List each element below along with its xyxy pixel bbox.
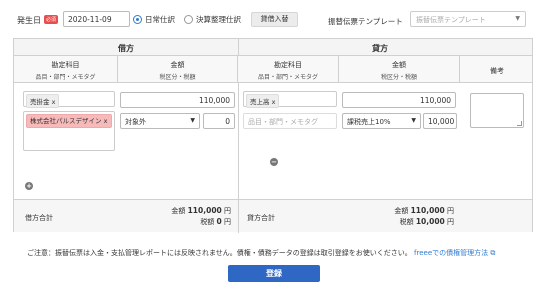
col-title: 金額 bbox=[170, 61, 185, 69]
debit-tax-select[interactable]: 対象外 ▼ bbox=[120, 113, 200, 129]
memo-textarea[interactable] bbox=[470, 93, 524, 128]
yen-unit: 円 bbox=[224, 218, 231, 226]
debit-amount-col: 金額 税区分・税額 bbox=[118, 56, 238, 83]
journal-table: 借方 貸方 勘定科目 品目・部門・メモタグ 金額 税区分・税額 勘定科目 品目・… bbox=[13, 38, 533, 233]
col-sub: 税区分・税額 bbox=[159, 74, 196, 81]
chevron-down-icon: ▼ bbox=[515, 15, 520, 22]
credit-tax-value: 10,000 bbox=[415, 217, 445, 226]
radio-unselected-icon bbox=[184, 15, 193, 24]
debit-tax-value: 0 bbox=[216, 217, 222, 226]
amount-label: 金額 bbox=[394, 207, 409, 215]
debit-amount-input[interactable]: 110,000 bbox=[120, 92, 235, 108]
required-badge: 必須 bbox=[44, 15, 59, 24]
template-placeholder: 振替伝票テンプレート bbox=[416, 16, 486, 24]
yen-unit: 円 bbox=[447, 218, 454, 226]
submit-button[interactable]: 登録 bbox=[228, 265, 320, 282]
add-row-icon[interactable]: + bbox=[25, 182, 33, 190]
tax-label: 税額 bbox=[399, 218, 414, 226]
totals-footer: 借方合計 貸方合計 金額 110,000 円 税額 0 円 金額 110,000… bbox=[14, 199, 532, 233]
debit-account-col: 勘定科目 品目・部門・メモタグ bbox=[14, 56, 118, 83]
col-title: 備考 bbox=[490, 67, 504, 75]
credit-amount-value: 110,000 bbox=[410, 206, 445, 215]
debit-total-label: 借方合計 bbox=[25, 214, 53, 222]
date-input[interactable]: 2020-11-09 bbox=[63, 11, 130, 27]
col-sub: 品目・部門・メモタグ bbox=[257, 74, 318, 81]
table-header-sides: 借方 貸方 bbox=[14, 39, 532, 56]
credit-account-tag[interactable]: 売上高 x bbox=[246, 94, 280, 108]
tax-label: 税額 bbox=[200, 218, 215, 226]
credit-header: 貸方 bbox=[372, 44, 388, 53]
external-link-icon[interactable]: ⧉ bbox=[490, 249, 495, 257]
memo-col: 備考 bbox=[460, 56, 534, 83]
credit-total-amount: 金額 110,000 円 bbox=[374, 206, 454, 216]
credit-tax-amount-input[interactable]: 10,000 bbox=[423, 113, 457, 129]
radio-selected-icon bbox=[133, 15, 142, 24]
credit-account-col: 勘定科目 品目・部門・メモタグ bbox=[238, 56, 339, 83]
template-label: 振替伝票テンプレート bbox=[328, 17, 403, 26]
debit-amount-value: 110,000 bbox=[187, 206, 222, 215]
resize-handle-icon[interactable] bbox=[517, 121, 522, 126]
chevron-down-icon: ▼ bbox=[411, 117, 416, 124]
credit-total-label: 貸方合計 bbox=[247, 214, 275, 222]
notice-text: ご注意：振替伝票は入金・支払管理レポートには反映されません。債権・債務データの登… bbox=[27, 248, 495, 258]
yen-unit: 円 bbox=[447, 207, 454, 215]
yen-unit: 円 bbox=[224, 207, 231, 215]
debit-partner-tag[interactable]: 株式会社パルスデザイン x bbox=[26, 114, 112, 128]
credit-tags-input[interactable]: 品目・部門・メモタグ bbox=[243, 113, 337, 129]
col-sub: 品目・部門・メモタグ bbox=[35, 74, 96, 81]
col-title: 勘定科目 bbox=[274, 61, 302, 69]
table-header-columns: 勘定科目 品目・部門・メモタグ 金額 税区分・税額 勘定科目 品目・部門・メモタ… bbox=[14, 56, 532, 83]
notice-body: ご注意：振替伝票は入金・支払管理レポートには反映されません。債権・債務データの登… bbox=[27, 249, 412, 257]
credit-account-field[interactable]: 売上高 x bbox=[243, 91, 337, 108]
credit-tax-select[interactable]: 課税売上10% ▼ bbox=[342, 113, 421, 129]
radio-closing-entry[interactable]: 決算整理仕訳 bbox=[184, 14, 241, 25]
debit-header: 借方 bbox=[118, 44, 134, 53]
radio-closing-label: 決算整理仕訳 bbox=[196, 15, 241, 24]
date-label: 発生日 bbox=[17, 16, 41, 25]
debit-total-tax: 税額 0 円 bbox=[151, 217, 231, 227]
debit-tax-value: 対象外 bbox=[125, 118, 146, 126]
divider bbox=[238, 39, 239, 56]
col-sub: 税区分・税額 bbox=[380, 74, 417, 81]
entry-header: 発生日 必須 2020-11-09 日常仕訳 決算整理仕訳 貸借入替 振替伝票テ… bbox=[6, 11, 546, 29]
debit-tax-amount-input[interactable]: 0 bbox=[203, 113, 235, 129]
credit-tax-value: 課税売上10% bbox=[347, 118, 391, 126]
credit-amount-input[interactable]: 110,000 bbox=[342, 92, 456, 108]
template-select[interactable]: 振替伝票テンプレート ▼ bbox=[410, 11, 526, 27]
debit-tags-field[interactable]: 株式会社パルスデザイン x bbox=[23, 111, 115, 151]
credit-total-tax: 税額 10,000 円 bbox=[374, 217, 454, 227]
divider bbox=[238, 200, 239, 233]
credit-amount-col: 金額 税区分・税額 bbox=[339, 56, 460, 83]
debit-total-amount: 金額 110,000 円 bbox=[151, 206, 231, 216]
radio-normal-label: 日常仕訳 bbox=[145, 15, 175, 24]
chevron-down-icon: ▼ bbox=[190, 117, 195, 124]
remove-row-icon[interactable]: − bbox=[270, 158, 278, 166]
swap-debit-credit-button[interactable]: 貸借入替 bbox=[251, 12, 298, 27]
credit-tags-placeholder: 品目・部門・メモタグ bbox=[248, 118, 318, 126]
debit-account-field[interactable]: 売掛金 x bbox=[23, 91, 115, 108]
col-title: 勘定科目 bbox=[51, 61, 80, 69]
col-title: 金額 bbox=[392, 61, 406, 69]
debit-account-tag[interactable]: 売掛金 x bbox=[26, 94, 60, 108]
radio-normal-entry[interactable]: 日常仕訳 bbox=[133, 14, 175, 25]
help-link[interactable]: freeeでの債権管理方法 bbox=[414, 249, 488, 257]
amount-label: 金額 bbox=[171, 207, 186, 215]
